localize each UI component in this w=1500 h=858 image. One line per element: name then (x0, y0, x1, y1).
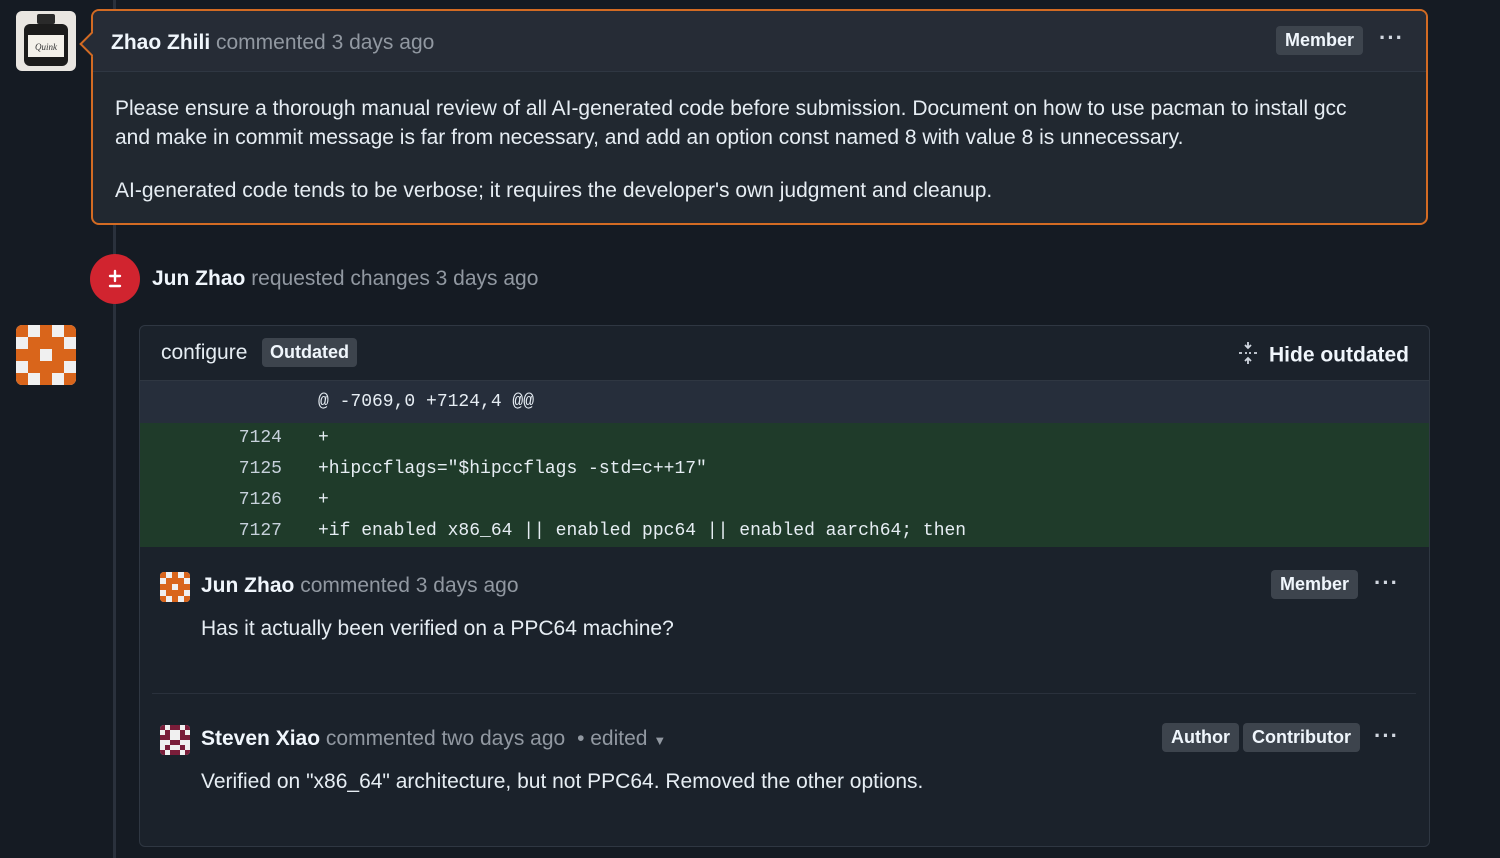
hide-outdated-label: Hide outdated (1269, 343, 1409, 367)
reply-body: Verified on "x86_64" architecture, but n… (201, 770, 924, 793)
line-number[interactable]: 7124 (200, 428, 282, 448)
review-action: requested changes (251, 267, 430, 290)
line-number[interactable]: 7126 (200, 490, 282, 510)
comment-card-zhao-zhili: Zhao Zhili commented 3 days ago Member ·… (79, 9, 1428, 225)
diff-line: 7127 +if enabled x86_64 || enabled ppc64 … (140, 516, 1429, 547)
thread-header: configure Outdated Hide outdated (140, 326, 1429, 381)
thread-reply: Jun Zhao commented 3 days ago Member ···… (160, 570, 1410, 682)
hide-outdated-button[interactable]: Hide outdated (1237, 341, 1409, 371)
reply-time[interactable]: 3 days ago (416, 574, 519, 597)
reply-action: commented (300, 574, 410, 597)
review-thread: configure Outdated Hide outdated @ -7069… (139, 325, 1430, 847)
diff-hunk-header: @ -7069,0 +7124,4 @@ (140, 381, 1429, 423)
diff-line: 7124 + (140, 423, 1429, 454)
avatar-zhao-zhili[interactable]: Quink (16, 11, 76, 71)
member-badge: Member (1271, 570, 1359, 599)
edited-dropdown[interactable]: • edited ▼ (577, 727, 666, 750)
line-code: + (318, 490, 329, 510)
identicon-icon (160, 725, 190, 755)
reply-author[interactable]: Jun Zhao (201, 574, 294, 597)
identicon-icon (16, 325, 76, 385)
diff-line: 7125 +hipccflags="$hipccflags -std=c++17" (140, 454, 1429, 485)
reply-body: Has it actually been verified on a PPC64… (201, 617, 674, 640)
contributor-badge: Contributor (1243, 723, 1360, 752)
thread-reply: Steven Xiao commented two days ago • edi… (160, 723, 1410, 835)
chevron-down-icon: ▼ (653, 733, 667, 748)
comment-body-paragraph: Please ensure a thorough manual review o… (115, 97, 1347, 149)
kebab-menu-icon[interactable]: ··· (1379, 25, 1404, 51)
diff-view: @ -7069,0 +7124,4 @@ 7124 + 7125 +hipccfla… (140, 381, 1429, 547)
fold-icon (1237, 341, 1259, 371)
author-badge: Author (1162, 723, 1239, 752)
diff-line: 7126 + (140, 485, 1429, 516)
reply-action: commented (325, 727, 436, 750)
comment-body-paragraph: AI-generated code tends to be verbose; i… (115, 179, 993, 202)
review-time[interactable]: 3 days ago (436, 267, 539, 290)
reply-header: Steven Xiao commented two days ago • edi… (201, 727, 666, 751)
comment-author[interactable]: Zhao Zhili (111, 31, 210, 54)
reply-divider (152, 693, 1416, 694)
comment-time[interactable]: 3 days ago (332, 31, 435, 54)
line-number[interactable]: 7125 (200, 459, 282, 479)
reply-author[interactable]: Steven Xiao (201, 727, 320, 750)
outdated-badge: Outdated (262, 338, 357, 367)
avatar-label: Quink (35, 42, 58, 52)
reply-time[interactable]: two days ago (441, 727, 565, 750)
identicon-icon (160, 572, 190, 602)
comment-header: Zhao Zhili commented 3 days ago Member ·… (93, 11, 1426, 72)
comment-action: commented (216, 31, 326, 54)
request-changes-icon (90, 254, 140, 304)
review-event-text: Jun Zhao requested changes 3 days ago (152, 267, 538, 291)
comment-header-text: Zhao Zhili commented 3 days ago (111, 31, 434, 55)
file-path-link[interactable]: configure (161, 341, 247, 365)
avatar-jun-zhao-small[interactable] (160, 572, 190, 602)
avatar-jun-zhao[interactable] (16, 325, 76, 385)
avatar-steven-xiao[interactable] (160, 725, 190, 755)
line-number[interactable]: 7127 (200, 521, 282, 541)
file-diff-icon (108, 269, 122, 288)
review-author[interactable]: Jun Zhao (152, 267, 245, 290)
kebab-menu-icon[interactable]: ··· (1374, 723, 1399, 749)
edited-label: • edited (577, 727, 648, 750)
hunk-text: @ -7069,0 +7124,4 @@ (318, 392, 535, 412)
member-badge: Member (1276, 26, 1364, 55)
line-code: + (318, 428, 329, 448)
line-code: +hipccflags="$hipccflags -std=c++17" (318, 459, 707, 479)
line-code: +if enabled x86_64 || enabled ppc64 || e… (318, 521, 967, 541)
kebab-menu-icon[interactable]: ··· (1374, 570, 1399, 596)
ink-bottle-icon: Quink (16, 11, 76, 71)
reply-header: Jun Zhao commented 3 days ago (201, 574, 519, 598)
